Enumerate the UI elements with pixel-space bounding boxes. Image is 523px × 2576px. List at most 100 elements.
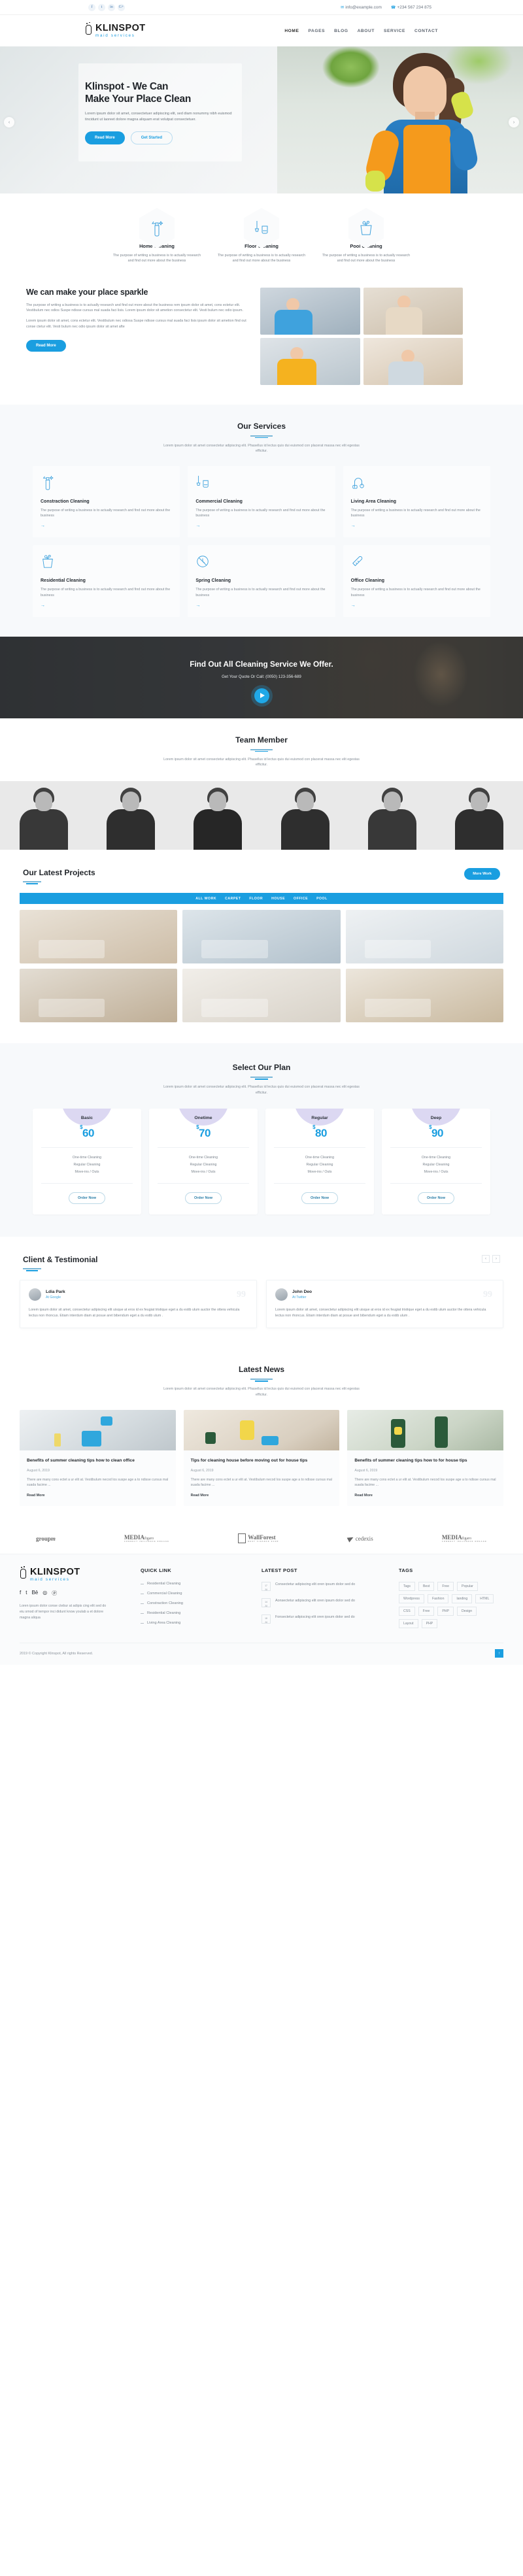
- tag-item[interactable]: Layout: [399, 1619, 418, 1629]
- news-read-more-link[interactable]: Read More: [354, 1494, 496, 1497]
- nav-item-pages[interactable]: PAGES: [309, 29, 326, 33]
- feature-card-floor-cleaning[interactable]: Floor Cleaning The purpose of writing a …: [209, 208, 314, 264]
- facebook-icon[interactable]: f: [20, 1590, 21, 1597]
- top-bar: f t in G+ ✉ info@example.com ☎ +234 567 23…: [0, 0, 523, 15]
- behance-icon[interactable]: Bē: [31, 1590, 38, 1597]
- service-arrow-icon[interactable]: →: [351, 524, 482, 528]
- plan-feature-2: Regular Cleaning: [190, 1163, 217, 1167]
- team-member-6[interactable]: [435, 781, 523, 850]
- filter-pool[interactable]: POOL: [316, 897, 328, 901]
- service-arrow-icon[interactable]: →: [351, 603, 482, 608]
- news-card-3[interactable]: Benefits of summer cleaning tips how to …: [347, 1409, 503, 1507]
- googleplus-icon[interactable]: G+: [118, 3, 125, 11]
- tag-item[interactable]: Tags: [399, 1582, 415, 1592]
- nav-item-blog[interactable]: BLOG: [334, 29, 348, 33]
- project-item-2[interactable]: [182, 910, 341, 963]
- team-member-4[interactable]: [261, 781, 349, 850]
- service-card-residential[interactable]: Residential Cleaning The purpose of writ…: [33, 545, 180, 617]
- tag-item[interactable]: Fashion: [428, 1594, 449, 1604]
- service-arrow-icon[interactable]: →: [195, 603, 327, 608]
- service-card-commercial[interactable]: Commercial Cleaning The purpose of writi…: [188, 466, 335, 538]
- news-read-more-link[interactable]: Read More: [191, 1494, 333, 1497]
- service-arrow-icon[interactable]: →: [195, 524, 327, 528]
- service-card-spring[interactable]: Spring Cleaning The purpose of writing a…: [188, 545, 335, 617]
- project-item-5[interactable]: [182, 969, 341, 1022]
- linkedin-icon[interactable]: in: [108, 3, 115, 11]
- nav-item-service[interactable]: SERVICE: [384, 29, 405, 33]
- footer-logo[interactable]: KLINSPOT maid services: [20, 1566, 134, 1582]
- more-work-button[interactable]: More Work: [464, 868, 500, 880]
- footer-post-item[interactable]: 17 JU Consectetur adipiscing elit oren ip…: [262, 1582, 392, 1592]
- footer-post-item[interactable]: 18 JU Fonsectetur adipiscing elit oren ip…: [262, 1614, 392, 1624]
- quick-link-item: Living Area Cleaning: [141, 1621, 255, 1625]
- topbar-email[interactable]: ✉ info@example.com: [341, 5, 382, 10]
- order-now-button[interactable]: Order Now: [68, 1192, 106, 1205]
- tag-item[interactable]: HTML: [475, 1594, 494, 1604]
- tag-item[interactable]: Wordpress: [399, 1594, 424, 1604]
- tag-item[interactable]: landing: [452, 1594, 473, 1604]
- team-member-2[interactable]: [87, 781, 175, 850]
- tag-item[interactable]: Free: [437, 1582, 454, 1592]
- nav-item-about[interactable]: ABOUT: [358, 29, 375, 33]
- order-now-button[interactable]: Order Now: [184, 1192, 222, 1205]
- tag-item[interactable]: CSS: [399, 1607, 415, 1616]
- hero-get-started-button[interactable]: Get Started: [130, 131, 173, 144]
- team-member-3[interactable]: [174, 781, 262, 850]
- twitter-icon[interactable]: t: [25, 1590, 27, 1597]
- section-divider: [250, 1077, 273, 1080]
- service-card-office[interactable]: Office Cleaning The purpose of writing a…: [343, 545, 490, 617]
- site-logo[interactable]: KLINSPOT maid services: [85, 22, 146, 39]
- testimonial-prev-icon[interactable]: ‹: [482, 1255, 490, 1263]
- tag-item[interactable]: Free: [418, 1607, 435, 1616]
- testimonial-next-icon[interactable]: ›: [492, 1255, 500, 1263]
- nav-item-home[interactable]: HOME: [284, 29, 299, 33]
- filter-floor[interactable]: FLOOR: [249, 897, 263, 901]
- news-read-more-link[interactable]: Read More: [27, 1494, 169, 1497]
- feature-card-pool-cleaning[interactable]: Pool Cleaning The purpose of writing a b…: [314, 208, 418, 264]
- phone-icon: ☎: [390, 5, 396, 10]
- tag-item[interactable]: PHP: [437, 1607, 454, 1616]
- project-item-4[interactable]: [20, 969, 178, 1022]
- project-item-6[interactable]: [345, 969, 503, 1022]
- service-arrow-icon[interactable]: →: [41, 524, 172, 528]
- order-now-button[interactable]: Order Now: [417, 1192, 455, 1205]
- plan-feature-2: Regular Cleaning: [422, 1163, 450, 1167]
- team-member-5[interactable]: [348, 781, 436, 850]
- nav-item-contact[interactable]: CONTACT: [414, 29, 438, 33]
- news-card-1[interactable]: Benefits of summer cleaning tips how to …: [20, 1409, 176, 1507]
- team-member-1[interactable]: [0, 781, 88, 850]
- instagram-icon[interactable]: ◎: [42, 1590, 47, 1597]
- project-item-1[interactable]: [20, 910, 178, 963]
- tag-item[interactable]: Design: [457, 1607, 477, 1616]
- project-item-3[interactable]: [345, 910, 503, 963]
- services-subtitle: Lorem ipsum dolor sit amet consectetur a…: [163, 443, 360, 454]
- feature-card-home-cleaning[interactable]: Home Cleaning The purpose of writing a b…: [105, 208, 209, 264]
- twitter-icon[interactable]: t: [98, 3, 105, 11]
- topbar-phone[interactable]: ☎ +234 567 234 875: [391, 5, 431, 10]
- hero-read-more-button[interactable]: Read More: [85, 131, 125, 144]
- team-subtitle: Lorem ipsum dolor sit amet consectetur a…: [163, 757, 360, 767]
- service-card-living-area[interactable]: Living Area Cleaning The purpose of writ…: [343, 466, 490, 538]
- filter-all-work[interactable]: ALL WORK: [195, 897, 216, 901]
- hero-prev-arrow-icon[interactable]: ‹: [4, 117, 14, 127]
- hero-next-arrow-icon[interactable]: ›: [509, 117, 519, 127]
- service-arrow-icon[interactable]: →: [41, 603, 172, 608]
- order-now-button[interactable]: Order Now: [301, 1192, 339, 1205]
- news-card-2[interactable]: Tips for cleaning house before moving ou…: [183, 1409, 340, 1507]
- filter-carpet[interactable]: CARPET: [225, 897, 241, 901]
- pinterest-icon[interactable]: ⓟ: [52, 1590, 57, 1597]
- filter-office[interactable]: OFFICE: [294, 897, 308, 901]
- facebook-icon[interactable]: f: [88, 3, 95, 11]
- sparkle-read-more-button[interactable]: Read More: [26, 340, 66, 352]
- news-card-date: August 6, 2019: [190, 1468, 214, 1473]
- tag-item[interactable]: Best: [418, 1582, 435, 1592]
- footer-post-item[interactable]: 14 JU Aonsectetur adipiscing elit oren ip…: [262, 1598, 392, 1608]
- tag-item[interactable]: Popular: [457, 1582, 478, 1592]
- service-card-constraction[interactable]: Constraction Cleaning The purpose of wri…: [33, 466, 180, 538]
- quick-link-item: Commercial Cleaning: [141, 1592, 255, 1596]
- arrow-up-icon[interactable]: ↑: [495, 1649, 503, 1658]
- pricing-card-onetime: Onetime $70 One-time Cleaning Regular Cl…: [149, 1109, 258, 1215]
- play-icon[interactable]: [254, 688, 269, 703]
- filter-house[interactable]: HOUSE: [271, 897, 285, 901]
- tag-item[interactable]: PHP: [421, 1619, 438, 1629]
